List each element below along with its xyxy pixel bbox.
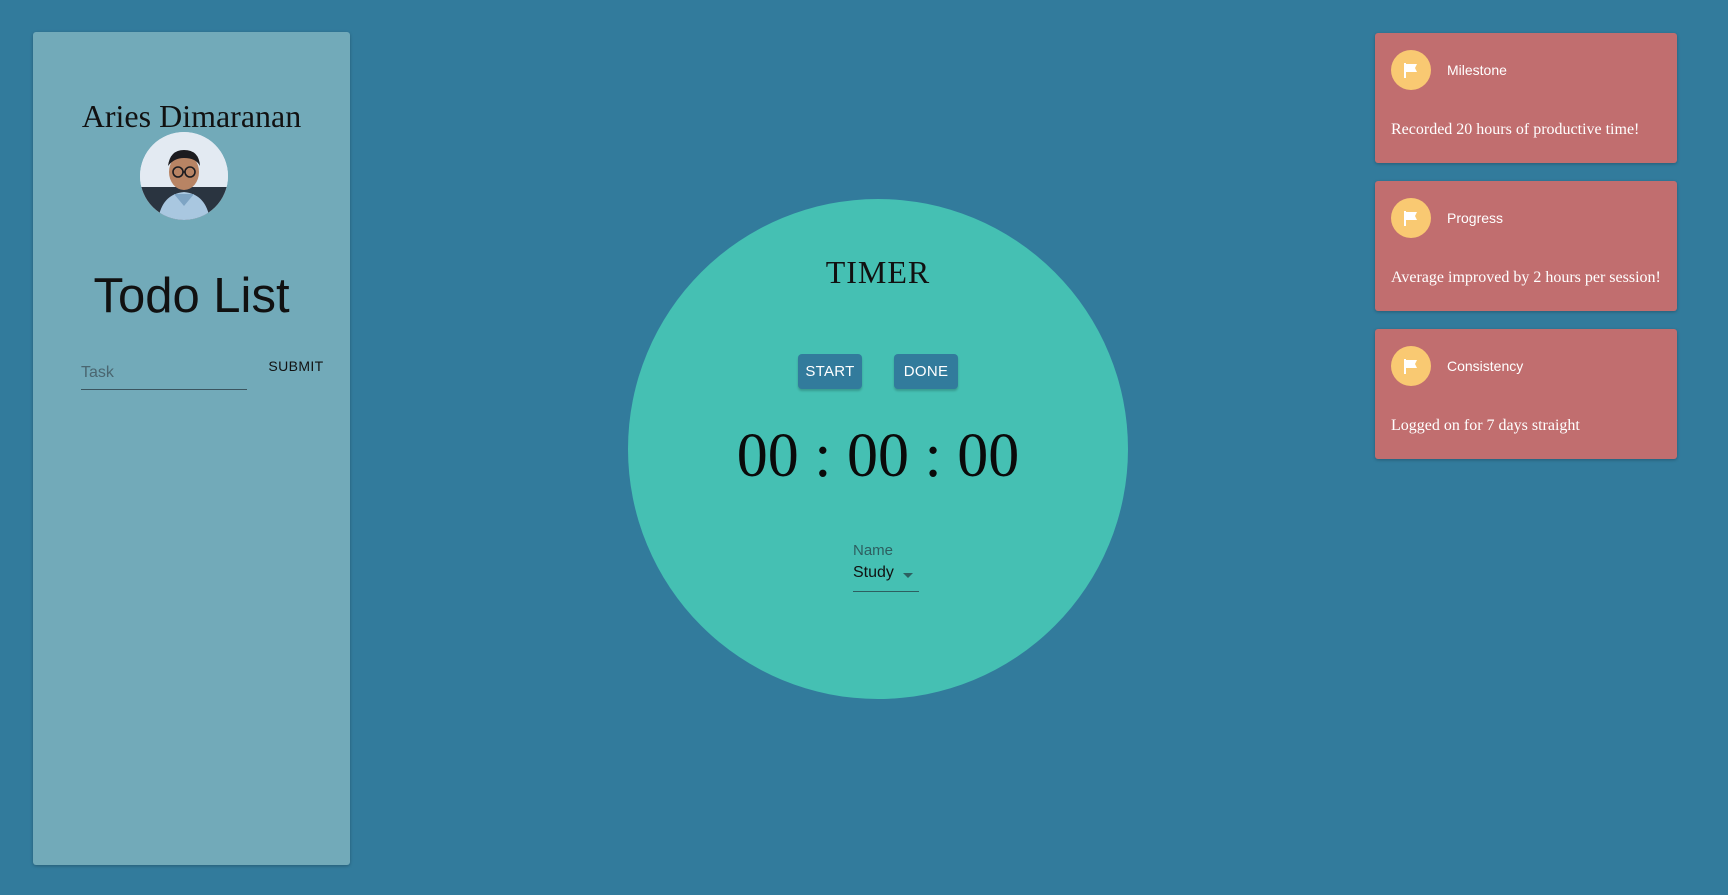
todo-sidebar: Aries Dimaranan Todo List SUBMIT xyxy=(33,32,350,865)
card-text: Average improved by 2 hours per session! xyxy=(1391,269,1661,286)
caret-down-icon xyxy=(903,573,913,578)
timer-display: 00 : 00 : 00 xyxy=(736,422,1020,490)
task-input[interactable] xyxy=(81,357,247,390)
timer-panel: TIMER START DONE 00 : 00 : 00 Name Study xyxy=(628,199,1128,699)
card-text: Recorded 20 hours of productive time! xyxy=(1391,121,1640,138)
avatar-photo xyxy=(140,132,228,220)
avatar xyxy=(140,132,228,220)
flag-icon xyxy=(1391,198,1431,238)
user-name: Aries Dimaranan xyxy=(81,98,302,134)
flag-icon xyxy=(1391,50,1431,90)
name-select-value: Study xyxy=(853,564,894,581)
card-title: Milestone xyxy=(1447,62,1507,78)
flag-icon xyxy=(1391,346,1431,386)
done-button[interactable]: DONE xyxy=(894,354,958,389)
achievement-card-consistency: Consistency Logged on for 7 days straigh… xyxy=(1375,329,1677,459)
card-title: Consistency xyxy=(1447,358,1524,374)
card-title: Progress xyxy=(1447,210,1504,226)
page: Aries Dimaranan Todo List SUBMIT TIMER S… xyxy=(0,0,1728,895)
achievement-card-milestone: Milestone Recorded 20 hours of productiv… xyxy=(1375,33,1677,163)
start-button[interactable]: START xyxy=(798,354,862,389)
name-select[interactable]: Study xyxy=(853,563,919,592)
achievement-card-progress: Progress Average improved by 2 hours per… xyxy=(1375,181,1677,311)
timer-title: TIMER xyxy=(825,254,931,290)
todo-list-title: Todo List xyxy=(93,269,290,323)
name-select-label: Name xyxy=(853,542,894,559)
card-text: Logged on for 7 days straight xyxy=(1391,417,1580,434)
submit-button[interactable]: SUBMIT xyxy=(251,350,341,382)
